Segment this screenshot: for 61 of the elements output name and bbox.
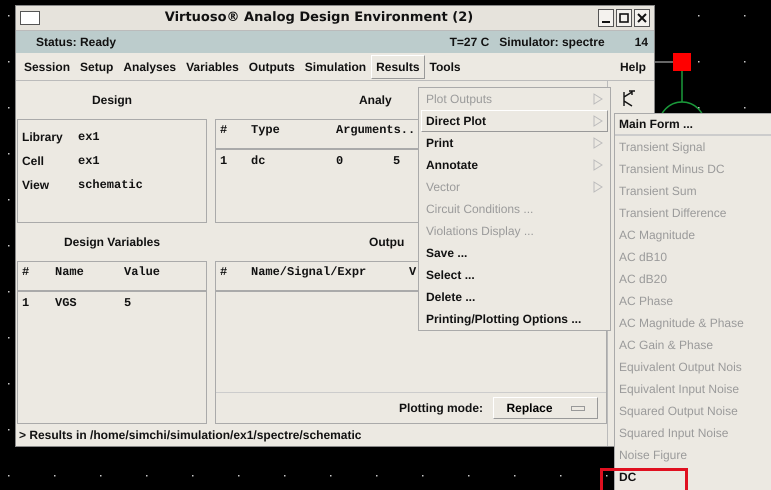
column-header: Type <box>251 123 281 139</box>
menu-item[interactable]: Results <box>371 54 424 79</box>
maximize-icon[interactable] <box>616 8 632 27</box>
menu-item[interactable]: Print <box>421 132 608 154</box>
section-heading: Analy <box>359 93 392 107</box>
plotting-mode-dropdown[interactable]: Replace <box>493 397 598 419</box>
menu-item[interactable]: Variables <box>181 54 244 79</box>
menu-item[interactable]: Annotate <box>421 154 608 176</box>
table-cell-text: 1 <box>220 154 228 168</box>
submenu-arrow-icon <box>593 181 603 193</box>
plotting-mode-label: Plotting mode: <box>399 401 483 415</box>
table-cell-text: 1 <box>22 296 30 310</box>
column-header: Name/Signal/Expr <box>251 265 368 281</box>
column-header: # <box>220 265 228 281</box>
menu-item[interactable]: Help <box>614 54 651 79</box>
column-header: Value <box>124 265 160 281</box>
field-value: ex1 <box>78 154 100 168</box>
minimize-icon[interactable] <box>598 8 614 27</box>
section-heading: Design Variables <box>62 235 162 249</box>
field-value: schematic <box>78 178 143 192</box>
message-line: > Results in /home/simchi/simulation/ex1/spectre/schematic <box>18 427 362 444</box>
column-header: Name <box>55 265 85 281</box>
menu-item[interactable]: Select ... <box>421 264 608 286</box>
section-heading: Outpu <box>369 235 404 249</box>
submenu-arrow-icon <box>593 137 603 149</box>
close-icon[interactable] <box>634 8 650 27</box>
window-menu-icon[interactable] <box>20 10 40 25</box>
column-header: # <box>22 265 30 281</box>
section-heading: Design <box>90 93 133 107</box>
status-number: 14 <box>634 35 648 50</box>
menu-item[interactable]: Main Form ... <box>615 114 771 136</box>
table-cell-text: VGS <box>55 296 78 310</box>
menu-item[interactable]: Setup <box>75 54 118 79</box>
field-label: View <box>22 178 50 192</box>
submenu-arrow-icon <box>593 93 603 105</box>
table-cell-text: 5 <box>393 154 402 168</box>
simulator-text: Simulator: spectre <box>499 35 605 50</box>
menu-item[interactable]: DC <box>615 466 771 488</box>
menu-item[interactable]: Delete ... <box>421 286 608 308</box>
menu-item[interactable]: Direct Plot <box>421 110 608 132</box>
menu-item[interactable]: Printing/Plotting Options ... <box>421 308 608 330</box>
window-title: Virtuoso® Analog Design Environment (2) <box>164 10 474 26</box>
field-value: ex1 <box>78 130 100 144</box>
column-header: V <box>409 265 416 281</box>
table-cell-text: 0 <box>336 154 344 168</box>
column-header: # <box>220 123 228 139</box>
status-text: Status: Ready <box>36 35 116 50</box>
submenu-arrow-icon <box>593 159 603 171</box>
menu-item[interactable]: Session <box>19 54 76 79</box>
menu-item[interactable]: Save ... <box>421 242 608 264</box>
column-header: Arguments.. <box>336 123 416 139</box>
menu-item[interactable]: Simulation <box>300 54 372 79</box>
field-label: Cell <box>22 154 46 168</box>
table-cell: 5 <box>124 296 132 310</box>
menu-item[interactable]: Tools <box>424 54 466 79</box>
menu-item[interactable]: Outputs <box>244 54 300 79</box>
temperature-text: T=27 C <box>450 35 490 50</box>
field-label: Library <box>22 130 64 144</box>
submenu-arrow-icon <box>593 115 603 127</box>
table-cell-text: dc <box>251 154 266 168</box>
menu-item[interactable]: Analyses <box>118 54 182 79</box>
